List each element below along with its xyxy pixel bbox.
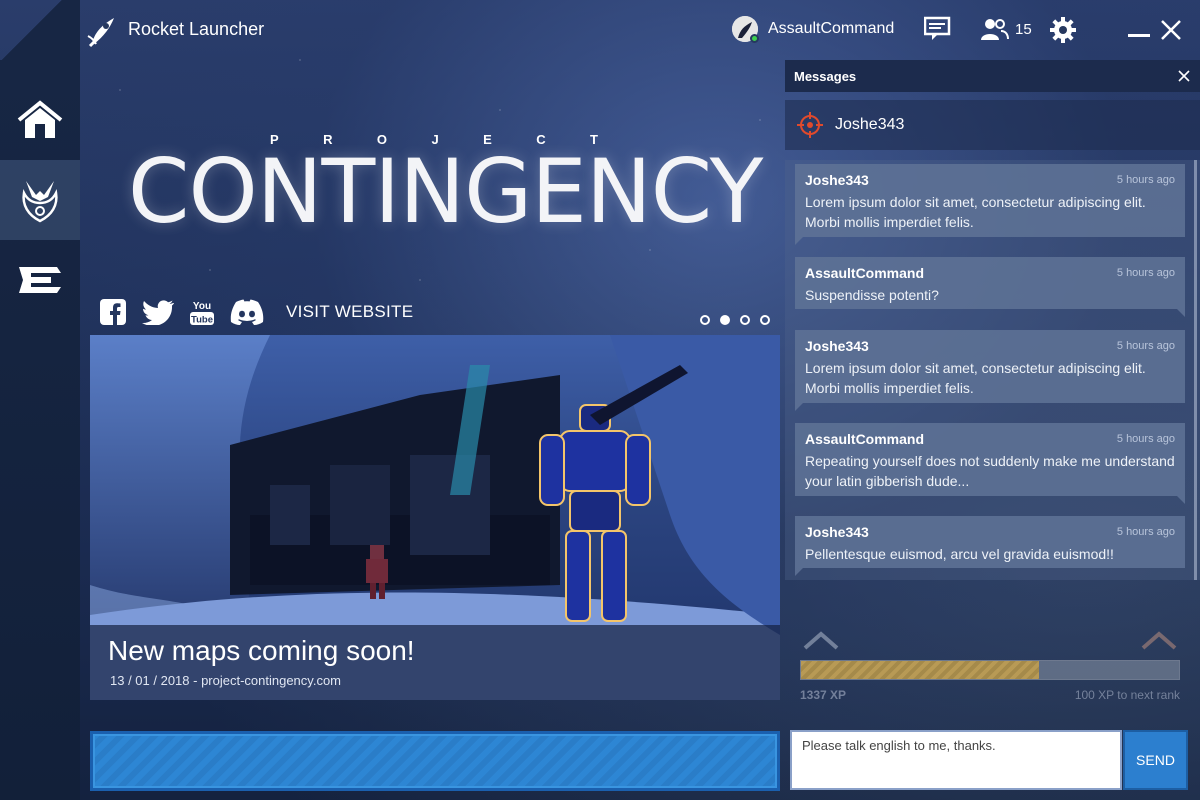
message-time: 5 hours ago xyxy=(1116,267,1175,279)
gear-icon[interactable] xyxy=(1049,16,1077,44)
chat-contact-name: Joshe343 xyxy=(835,116,905,133)
message-bubble: Joshe343 5 hours ago Lorem ipsum dolor s… xyxy=(795,164,1185,245)
message-bubble: Joshe343 5 hours ago Pellentesque euismo… xyxy=(795,516,1185,576)
thread-scrollbar[interactable] xyxy=(1194,160,1197,580)
carousel-dot[interactable] xyxy=(760,315,770,325)
message-time: 5 hours ago xyxy=(1116,340,1175,352)
game-title: CONTINGENCY xyxy=(128,140,763,243)
youtube-icon[interactable]: You Tube xyxy=(190,298,214,326)
svg-text:You: You xyxy=(193,301,211,312)
messages-header: Messages xyxy=(785,60,1200,92)
message-time: 5 hours ago xyxy=(1116,174,1175,186)
launch-progress-bar[interactable] xyxy=(90,731,780,791)
carousel-dot[interactable] xyxy=(700,315,710,325)
app-title: Rocket Launcher xyxy=(128,19,265,39)
crosshair-avatar-icon xyxy=(797,112,823,138)
message-text: Pellentesque euismod, arcu vel gravida e… xyxy=(805,546,1114,562)
svg-text:Tube: Tube xyxy=(191,315,213,326)
home-icon xyxy=(17,100,63,138)
online-status-dot xyxy=(750,34,759,43)
news-title[interactable]: New maps coming soon! xyxy=(108,635,415,667)
message-text: Lorem ipsum dolor sit amet, consectetur … xyxy=(805,360,1146,396)
avatar[interactable] xyxy=(732,16,759,43)
minimize-icon[interactable] xyxy=(1128,34,1150,37)
friends-icon[interactable] xyxy=(979,16,1009,42)
visit-website-link[interactable]: VISIT WEBSITE xyxy=(286,302,413,322)
carousel-dot-active[interactable] xyxy=(720,315,730,325)
user-name: AssaultCommand xyxy=(768,20,895,37)
user-profile[interactable]: AssaultCommand xyxy=(732,16,895,43)
launcher-emblem-icon xyxy=(19,267,61,293)
chat-input-wrapper: Please talk english to me, thanks. xyxy=(790,730,1122,790)
message-bubble: AssaultCommand 5 hours ago Repeating you… xyxy=(795,423,1185,504)
messages-panel: Messages Joshe343 Joshe343 5 hours ago L… xyxy=(785,60,1200,800)
title-bar: Rocket Launcher AssaultCommand 15 xyxy=(0,0,1200,60)
message-bubble: AssaultCommand 5 hours ago Suspendisse p… xyxy=(795,257,1185,317)
eagle-emblem-icon xyxy=(22,181,58,223)
chat-contact-bar[interactable]: Joshe343 xyxy=(785,100,1200,150)
news-card[interactable]: New maps coming soon! 13 / 01 / 2018 - p… xyxy=(90,335,780,700)
message-time: 5 hours ago xyxy=(1116,526,1175,538)
send-button[interactable]: SEND xyxy=(1123,730,1188,790)
friends-count: 15 xyxy=(1015,21,1032,38)
xp-total: 1337 XP xyxy=(800,688,847,702)
messages-icon[interactable] xyxy=(924,16,952,42)
next-rank-chevron-icon xyxy=(1141,631,1177,650)
chat-input[interactable]: Please talk english to me, thanks. xyxy=(792,732,1120,788)
nav-item-game[interactable] xyxy=(0,160,80,240)
twitter-icon[interactable] xyxy=(142,299,174,325)
message-text: Suspendisse potenti? xyxy=(805,287,939,303)
carousel-dots xyxy=(700,315,770,325)
carousel-dot[interactable] xyxy=(740,315,750,325)
xp-to-next-rank: 100 XP to next rank xyxy=(1074,688,1180,702)
rocket-logo-icon xyxy=(87,18,114,48)
facebook-icon[interactable] xyxy=(100,299,126,325)
xp-progress-fill xyxy=(801,661,1040,679)
close-window-icon[interactable] xyxy=(1160,19,1182,41)
discord-icon[interactable] xyxy=(230,299,264,325)
xp-progress-bar xyxy=(800,660,1180,680)
news-subtitle: 13 / 01 / 2018 - project-contingency.com xyxy=(110,673,341,688)
nav-item-store[interactable] xyxy=(0,240,80,320)
current-rank-chevron-icon xyxy=(803,631,839,650)
close-messages-icon[interactable] xyxy=(1178,70,1190,82)
message-text: Lorem ipsum dolor sit amet, consectetur … xyxy=(805,194,1146,230)
nav-item-home[interactable] xyxy=(0,80,80,160)
news-caption: New maps coming soon! 13 / 01 / 2018 - p… xyxy=(90,625,780,700)
message-bubble: Joshe343 5 hours ago Lorem ipsum dolor s… xyxy=(795,330,1185,411)
message-text: Repeating yourself does not suddenly mak… xyxy=(805,453,1175,489)
message-time: 5 hours ago xyxy=(1116,433,1175,445)
left-nav xyxy=(0,0,80,800)
social-links: You Tube VISIT WEBSITE xyxy=(100,298,413,326)
messages-title: Messages xyxy=(794,69,857,84)
rank-progress: 1337 XP 100 XP to next rank xyxy=(785,620,1200,720)
message-thread[interactable]: Joshe343 5 hours ago Lorem ipsum dolor s… xyxy=(785,160,1200,580)
